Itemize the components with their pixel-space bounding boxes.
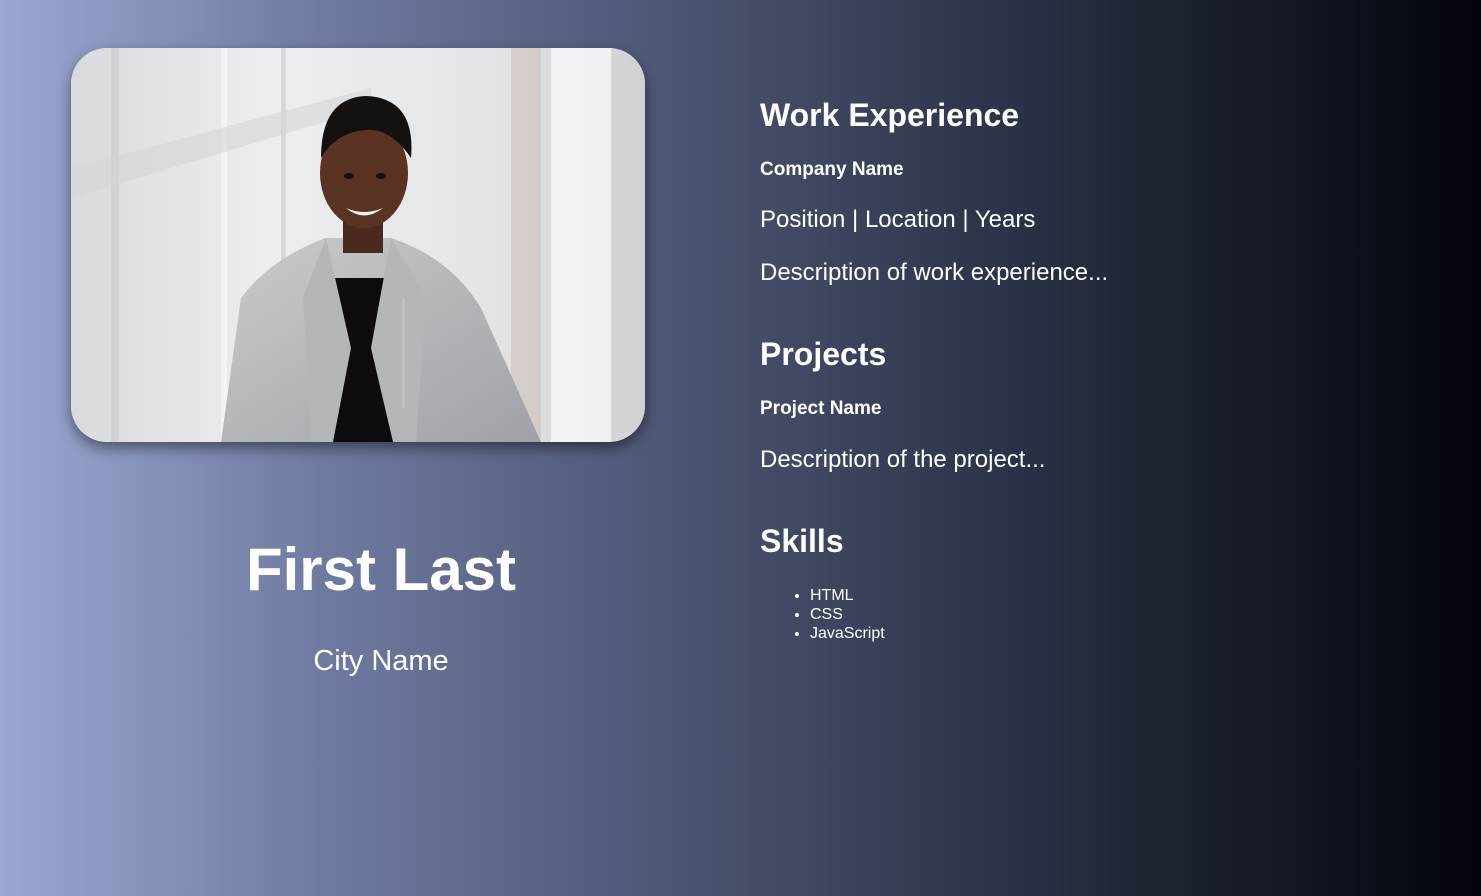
work-description: Description of work experience... <box>760 259 1109 286</box>
skill-item: HTML <box>810 586 885 605</box>
profile-city: City Name <box>313 645 449 677</box>
skill-item: CSS <box>810 605 885 624</box>
portrait-image <box>71 48 645 442</box>
projects-heading: Projects <box>760 336 887 372</box>
skills-heading: Skills <box>760 523 844 559</box>
project-name: Project Name <box>760 398 882 419</box>
skill-item: JavaScript <box>810 624 885 643</box>
profile-name: First Last <box>245 536 517 603</box>
work-experience-heading: Work Experience <box>760 97 1020 133</box>
skills-list: HTML CSS JavaScript <box>810 586 885 643</box>
company-name: Company Name <box>760 159 904 180</box>
profile-photo <box>71 48 645 442</box>
project-description: Description of the project... <box>760 446 1046 473</box>
work-details: Position | Location | Years <box>760 206 1036 233</box>
